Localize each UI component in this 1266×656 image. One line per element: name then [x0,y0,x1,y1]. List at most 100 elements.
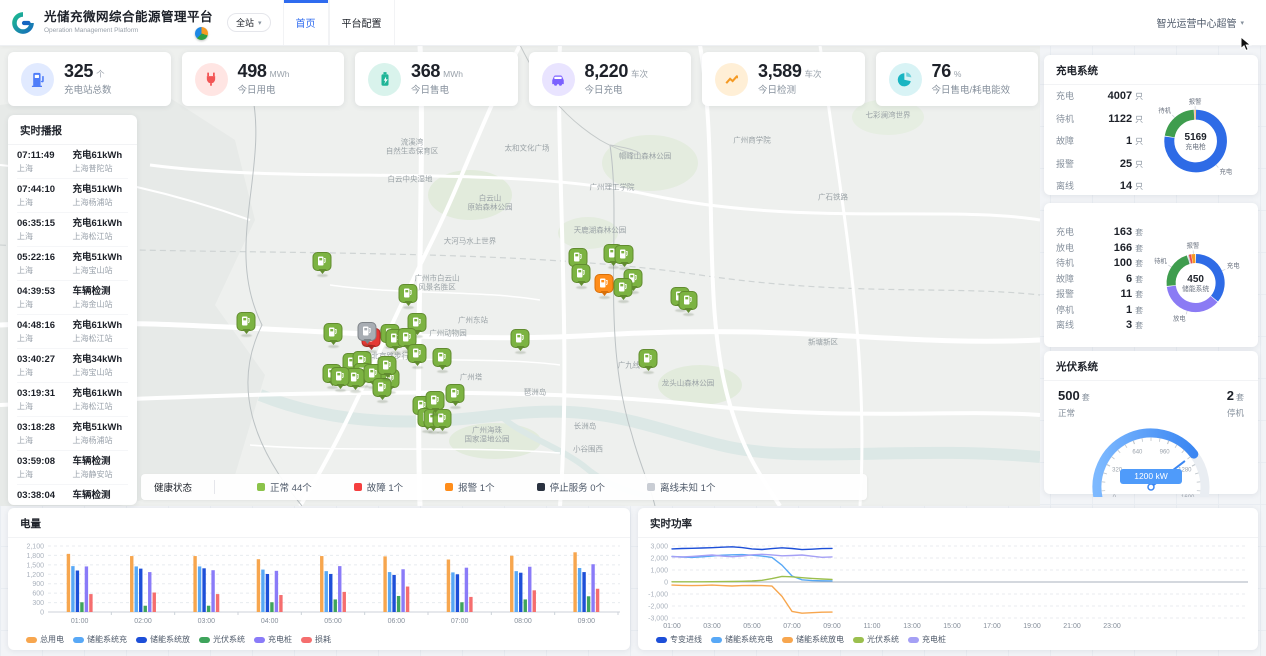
broadcast-station: 上海杨浦站 [73,197,129,208]
broadcast-city: 上海 [17,231,73,242]
station-pin-normal[interactable] [378,356,397,375]
power-legend-item[interactable]: 储能系统放电 [782,634,844,645]
kpi-label: 今日售电/耗电能效 [932,86,1011,96]
pv-standby-unit: 套 [1236,393,1244,402]
power-chart-title: 实时功率 [638,508,1258,538]
storage-system-panel: 充电163套放电166套待机100套故障6套报警11套停机1套离线3套 充电放电… [1044,203,1258,347]
user-menu[interactable]: 智光运营中心超管 ▾ [1156,15,1244,30]
station-pin-normal[interactable] [237,312,256,331]
map-legend-item-正常[interactable]: 正常 44个 [257,480,312,494]
svg-text:0: 0 [1113,495,1117,497]
broadcast-city: 上海 [17,435,73,446]
power-legend-item[interactable]: 储能系统充电 [711,634,773,645]
map-legend-item-故障[interactable]: 故障 1个 [354,480,403,494]
svg-text:17:00: 17:00 [983,623,1001,630]
station-pin-normal[interactable] [408,344,427,363]
station-pin-normal[interactable] [446,384,465,403]
svg-text:1,200: 1,200 [26,572,44,579]
legend-label: 正常 44个 [270,480,312,494]
energy-legend-item[interactable]: 损耗 [301,634,331,645]
station-pin-normal[interactable] [324,323,343,342]
station-map[interactable]: 流溪湾 自然生态保育区白云中央湿地太和文化广场白云山 原始森林公园大河马水上世界… [0,45,1040,506]
map-legend-item-报警[interactable]: 报警 1个 [445,480,494,494]
legend-color-swatch [73,637,84,643]
status-value: 1 [1126,135,1132,147]
broadcast-list[interactable]: 07:11:49上海充电61kWh上海普陀站07:44:10上海充电51kWh上… [8,145,137,503]
svg-text:15:00: 15:00 [943,623,961,630]
station-pin-normal[interactable] [572,264,591,283]
legend-label: 损耗 [315,634,331,645]
broadcast-time: 03:59:08 [17,456,73,468]
map-place-label: 七彩澜湾世界 [866,110,911,119]
power-legend-item[interactable]: 光伏系统 [853,634,899,645]
legend-label: 离线未知 1个 [660,480,715,494]
svg-text:3,000: 3,000 [650,544,668,551]
station-pin-normal[interactable] [433,348,452,367]
station-pin-normal[interactable] [679,291,698,310]
energy-legend-item[interactable]: 储能系统放 [136,634,190,645]
energy-bar-chart-panel: 电量 03006009001,2001,5001,8002,10001:0002… [8,508,630,650]
legend-label: 报警 1个 [458,480,494,494]
broadcast-time: 04:39:53 [17,286,73,298]
map-place-label: 太和文化广场 [505,143,550,152]
svg-text:03:00: 03:00 [703,623,721,630]
broadcast-event: 充电61kWh [73,150,129,162]
tab-platform-config[interactable]: 平台配置 [329,0,395,45]
broadcast-event-col: 车辆检测上海金山站 [73,286,129,310]
broadcast-station: 上海杨浦站 [73,435,129,446]
status-value: 4007 [1108,90,1132,102]
station-pin-normal[interactable] [639,349,658,368]
svg-text:640: 640 [1132,450,1143,456]
svg-text:1,500: 1,500 [26,562,44,569]
svg-text:03:00: 03:00 [198,618,216,625]
kpi-value: 368 [411,61,440,81]
energy-legend-item[interactable]: 储能系统充 [73,634,127,645]
system-status-row: 待机1122只 [1056,112,1143,135]
tab-home[interactable]: 首页 [283,0,329,45]
kpi-text: 325个充电站总数 [64,62,112,96]
station-pin-normal[interactable] [426,391,445,410]
station-pin-normal[interactable] [399,284,418,303]
kpi-value: 76 [932,61,951,81]
svg-text:-3,000: -3,000 [648,616,668,623]
status-unit: 只 [1135,181,1143,192]
broadcast-station: 上海宝山站 [73,367,129,378]
station-pin-normal[interactable] [331,367,350,386]
svg-text:报警: 报警 [1189,96,1202,105]
station-pin-alarm[interactable] [595,274,614,293]
map-legend-item-停止服务[interactable]: 停止服务 0个 [537,480,605,494]
energy-legend-item[interactable]: 总用电 [26,634,64,645]
pie-icon [889,63,922,96]
station-pin-normal[interactable] [313,252,332,271]
broadcast-event: 充电34kWh [73,354,129,366]
power-legend-item[interactable]: 充电桩 [908,634,946,645]
energy-legend-item[interactable]: 光伏系统 [199,634,245,645]
svg-text:05:00: 05:00 [743,623,761,630]
energy-legend-item[interactable]: 充电桩 [254,634,292,645]
status-label: 故障 [1056,134,1074,147]
status-unit: 套 [1135,320,1143,331]
map-legend-item-离线未知[interactable]: 离线未知 1个 [647,480,715,494]
svg-text:11:00: 11:00 [864,623,881,630]
svg-text:-2,000: -2,000 [648,604,668,611]
station-pin-normal[interactable] [615,245,634,264]
system-status-row: 故障6套 [1056,272,1143,288]
kpi-card-3: 368MWh今日售电 [355,52,518,106]
status-label: 故障 [1056,272,1074,285]
station-pin-normal[interactable] [614,278,633,297]
map-place-label: 流溪湾 自然生态保育区 [386,138,439,157]
broadcast-row: 04:39:53上海车辆检测上海金山站 [17,281,128,315]
broadcast-time-col: 05:22:16上海 [17,252,73,276]
legend-label: 故障 1个 [367,480,403,494]
top-header: 光储充微网综合能源管理平台 Operation Management Platf… [0,0,1266,46]
site-selector-dropdown[interactable]: 全站 ▾ [227,13,271,32]
svg-text:1600: 1600 [1181,495,1195,497]
legend-color-swatch [301,637,312,643]
pv-standby-value: 2 [1227,388,1234,403]
station-pin-normal[interactable] [511,329,530,348]
power-legend-item[interactable]: 专变进线 [656,634,702,645]
station-pin-offline[interactable] [358,322,377,341]
broadcast-station: 上海松江站 [73,333,129,344]
legend-label: 光伏系统 [213,634,245,645]
kpi-text: 368MWh今日售电 [411,62,463,96]
